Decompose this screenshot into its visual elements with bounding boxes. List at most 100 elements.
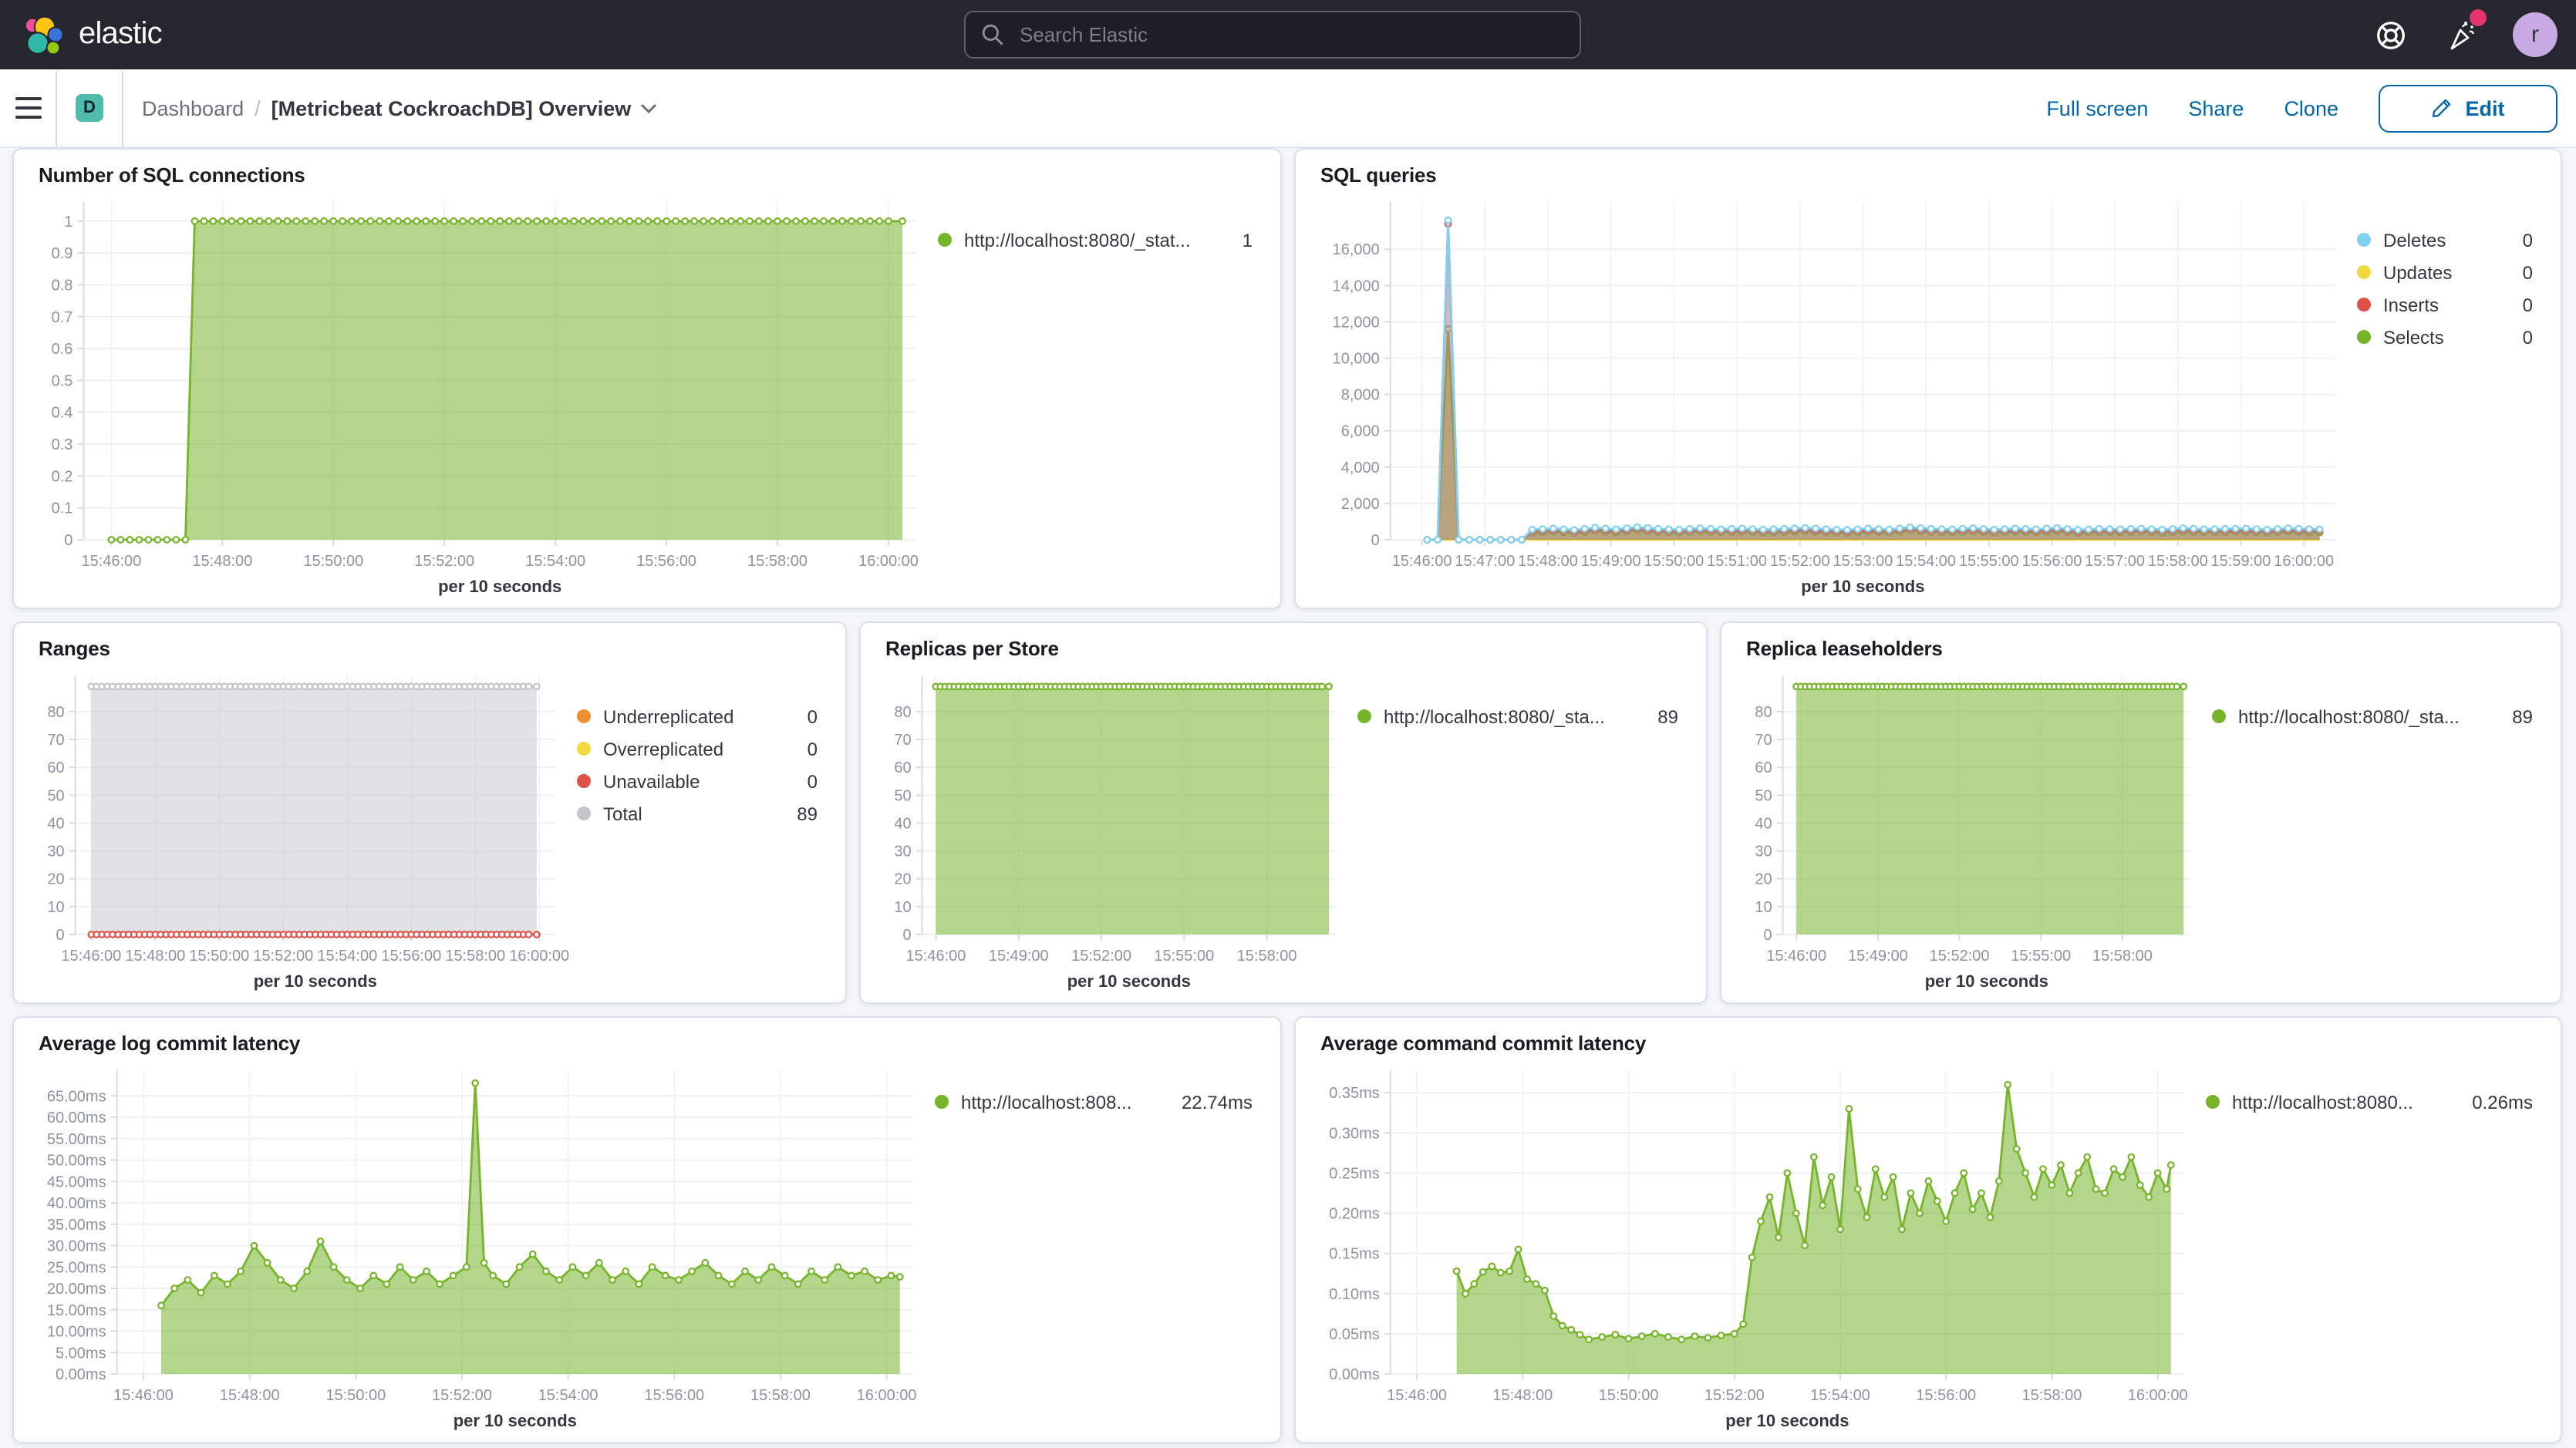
nav-menu-button[interactable] (0, 70, 56, 146)
svg-text:15:46:00: 15:46:00 (1392, 553, 1452, 570)
chart-legend: http://localhost:8080...0.26ms (2206, 1055, 2536, 1436)
svg-text:15:46:00: 15:46:00 (113, 1387, 174, 1404)
svg-text:0.1: 0.1 (52, 500, 73, 517)
legend-value: 0.26ms (2472, 1091, 2533, 1113)
svg-text:30: 30 (894, 844, 911, 860)
svg-text:0.35ms: 0.35ms (1329, 1085, 1380, 1102)
panel-replica-leaseholders: Replica leaseholders 0102030405060708015… (1720, 621, 2562, 1004)
svg-text:20: 20 (47, 871, 64, 888)
panel-title[interactable]: SQL queries (1320, 163, 2536, 187)
legend-item[interactable]: Inserts0 (2357, 288, 2533, 321)
legend-item[interactable]: Total89 (577, 797, 818, 830)
legend-color-dot (2206, 1095, 2220, 1109)
help-button[interactable] (2371, 15, 2411, 55)
global-search[interactable] (964, 11, 1581, 59)
svg-text:16:00:00: 16:00:00 (2128, 1387, 2188, 1404)
breadcrumb-current[interactable]: [Metricbeat CockroachDB] Overview (271, 96, 658, 120)
svg-text:80: 80 (47, 704, 64, 721)
svg-text:15:56:00: 15:56:00 (2022, 553, 2082, 570)
legend-label: http://localhost:8080/_sta... (2238, 705, 2460, 727)
svg-text:16:00:00: 16:00:00 (2274, 553, 2334, 570)
svg-text:70: 70 (894, 732, 911, 749)
legend-item[interactable]: Unavailable0 (577, 765, 818, 797)
svg-text:0.7: 0.7 (52, 309, 73, 326)
svg-text:15:58:00: 15:58:00 (750, 1387, 811, 1404)
legend-item[interactable]: Selects0 (2357, 321, 2533, 353)
svg-text:15:50:00: 15:50:00 (1644, 553, 1704, 570)
panel-title[interactable]: Number of SQL connections (39, 163, 1256, 187)
legend-color-dot (2357, 265, 2371, 279)
full-screen-link[interactable]: Full screen (2046, 96, 2148, 120)
legend-item[interactable]: Deletes0 (2357, 224, 2533, 256)
dashboard-title: [Metricbeat CockroachDB] Overview (271, 96, 632, 120)
panel-title[interactable]: Replica leaseholders (1746, 637, 2536, 660)
series-deletes (1425, 217, 2323, 543)
svg-text:0.8: 0.8 (52, 277, 73, 294)
clone-link[interactable]: Clone (2284, 96, 2338, 120)
svg-text:per 10 seconds: per 10 seconds (1925, 972, 2048, 991)
panel-title[interactable]: Ranges (39, 637, 821, 660)
header-actions: r (2371, 12, 2557, 57)
svg-text:per 10 seconds: per 10 seconds (453, 1411, 577, 1430)
svg-text:per 10 seconds: per 10 seconds (1067, 972, 1191, 991)
legend-item[interactable]: http://localhost:8080/_stat...1 (938, 224, 1253, 256)
breadcrumb: Dashboard / [Metricbeat CockroachDB] Ove… (142, 96, 657, 120)
breadcrumb-dashboard[interactable]: Dashboard (142, 96, 244, 120)
legend-item[interactable]: Updates0 (2357, 256, 2533, 288)
legend-item[interactable]: http://localhost:808...22.74ms (935, 1086, 1253, 1118)
kibana-dashboard-app: elastic (0, 0, 2576, 1448)
svg-text:per 10 seconds: per 10 seconds (1725, 1411, 1849, 1430)
elastic-home-link[interactable]: elastic (0, 13, 162, 56)
svg-text:0: 0 (1763, 927, 1772, 944)
search-input[interactable] (1017, 22, 1580, 48)
svg-text:80: 80 (1755, 704, 1772, 721)
svg-text:5.00ms: 5.00ms (56, 1345, 106, 1362)
sql-connections-chart[interactable]: 00.10.20.30.40.50.60.70.80.9115:46:0015:… (39, 187, 938, 601)
legend-item[interactable]: Underreplicated0 (577, 700, 818, 732)
svg-text:15:55:00: 15:55:00 (2011, 948, 2071, 965)
svg-text:15:56:00: 15:56:00 (1916, 1387, 1976, 1404)
legend-item[interactable]: http://localhost:8080/_sta...89 (1357, 700, 1678, 732)
legend-value: 89 (1657, 705, 1678, 727)
space-badge[interactable]: D (76, 94, 103, 122)
whats-new-button[interactable] (2442, 15, 2482, 55)
panel-replicas-per-store: Replicas per Store 0102030405060708015:4… (859, 621, 1708, 1004)
panel-title[interactable]: Replicas per Store (885, 637, 1681, 660)
svg-text:4,000: 4,000 (1341, 460, 1380, 476)
legend-label: Updates (2383, 261, 2452, 283)
legend-item[interactable]: http://localhost:8080/_sta...89 (2212, 700, 2533, 732)
legend-item[interactable]: http://localhost:8080...0.26ms (2206, 1086, 2533, 1118)
svg-text:0.3: 0.3 (52, 436, 73, 453)
legend-label: Inserts (2383, 294, 2439, 315)
svg-text:15:46:00: 15:46:00 (1766, 948, 1826, 965)
svg-text:12,000: 12,000 (1333, 314, 1380, 331)
svg-text:15:52:00: 15:52:00 (432, 1387, 492, 1404)
panel-title[interactable]: Average command commit latency (1320, 1032, 2536, 1055)
ranges-chart[interactable]: 0102030405060708015:46:0015:48:0015:50:0… (39, 660, 577, 996)
legend-value: 1 (1242, 229, 1253, 251)
panel-title[interactable]: Average log commit latency (39, 1032, 1256, 1055)
chart-legend: http://localhost:8080/_sta...89 (2212, 660, 2536, 996)
svg-text:15:54:00: 15:54:00 (525, 553, 585, 570)
share-link[interactable]: Share (2188, 96, 2244, 120)
svg-text:0: 0 (64, 532, 72, 549)
svg-text:per 10 seconds: per 10 seconds (254, 972, 377, 991)
legend-item[interactable]: Overreplicated0 (577, 732, 818, 765)
series-inserts (1425, 221, 2323, 542)
replicas-per-store-chart[interactable]: 0102030405060708015:46:0015:49:0015:52:0… (885, 660, 1357, 996)
sql-queries-chart[interactable]: 02,0004,0006,0008,00010,00012,00014,0001… (1320, 187, 2357, 601)
series-http-localhost-808- (158, 1080, 902, 1374)
edit-button[interactable]: Edit (2379, 84, 2557, 132)
svg-text:15:54:00: 15:54:00 (317, 948, 377, 965)
svg-text:15:59:00: 15:59:00 (2211, 553, 2271, 570)
series-http-localhost-8080-sta- (933, 684, 1332, 934)
chart-legend: http://localhost:8080/_sta...89 (1357, 660, 1681, 996)
chevron-down-icon (640, 103, 657, 113)
user-avatar[interactable]: r (2513, 12, 2557, 57)
replica-leaseholders-chart[interactable]: 0102030405060708015:46:0015:49:0015:52:0… (1746, 660, 2212, 996)
legend-label: Underreplicated (603, 705, 733, 727)
svg-text:20: 20 (894, 871, 911, 888)
log-commit-latency-chart[interactable]: 0.00ms5.00ms10.00ms15.00ms20.00ms25.00ms… (39, 1055, 935, 1436)
svg-text:10,000: 10,000 (1333, 351, 1380, 368)
command-commit-latency-chart[interactable]: 0.00ms0.05ms0.10ms0.15ms0.20ms0.25ms0.30… (1320, 1055, 2206, 1436)
